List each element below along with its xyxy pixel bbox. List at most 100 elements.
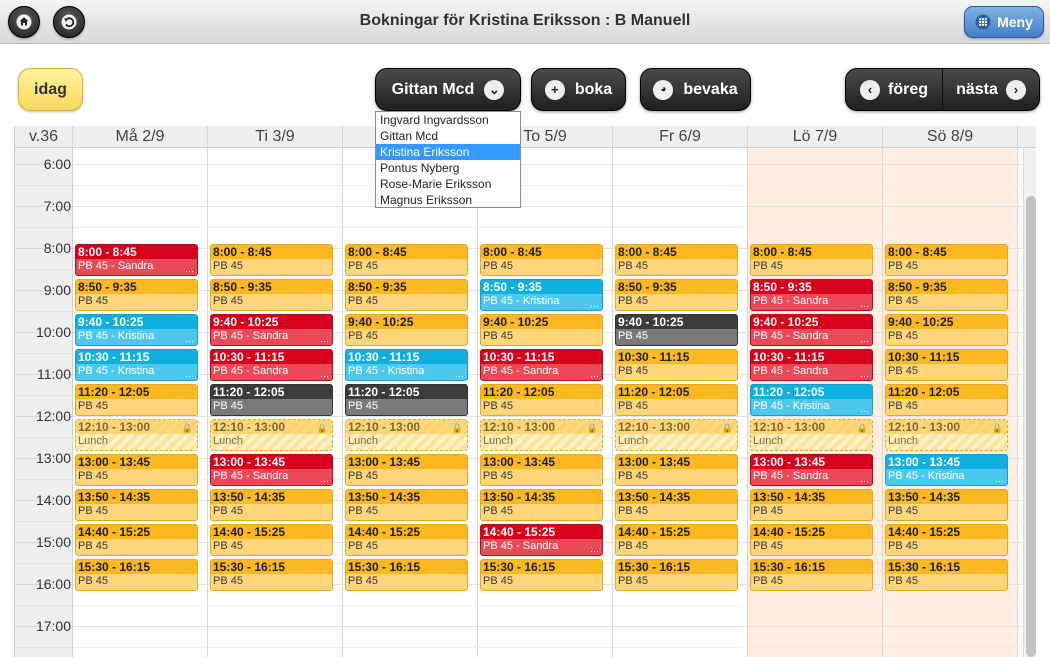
booking-event[interactable]: 11:20 - 12:05 PB 45 [210,384,333,416]
booking-event[interactable]: 13:50 - 14:35 PB 45 [885,489,1008,521]
menu-button[interactable]: Meny [964,6,1044,38]
booking-event[interactable]: 8:00 - 8:45 PB 45 [615,244,738,276]
booking-event[interactable]: 15:30 - 16:15 PB 45 [75,559,198,591]
booking-event[interactable]: 14:40 - 15:25 PB 45 [615,524,738,556]
booking-event[interactable]: 9:40 - 10:25 PB 45 [480,314,603,346]
lunch-block[interactable]: 12:10 - 13:00 🔒 Lunch [885,419,1008,451]
user-option[interactable]: Ingvard Ingvardsson [376,112,520,128]
booking-event[interactable]: 9:40 - 10:25 PB 45 - Kristina ··· [75,314,198,346]
lunch-block[interactable]: 12:10 - 13:00 🔒 Lunch [210,419,333,451]
booking-event[interactable]: 9:40 - 10:25 PB 45 [615,314,738,346]
booking-event[interactable]: 15:30 - 16:15 PB 45 [615,559,738,591]
booking-event[interactable]: 14:40 - 15:25 PB 45 [345,524,468,556]
scrollbar-thumb[interactable] [1026,196,1036,657]
booking-event[interactable]: 14:40 - 15:25 PB 45 [750,524,873,556]
day-header[interactable]: Må 2/9 [73,126,208,148]
day-header[interactable]: Ti 3/9 [208,126,343,148]
booking-event[interactable]: 9:40 - 10:25 PB 45 - Sandra ··· [210,314,333,346]
booking-event[interactable]: 13:00 - 13:45 PB 45 - Sandra ··· [750,454,873,486]
booking-event[interactable]: 14:40 - 15:25 PB 45 [75,524,198,556]
previous-week-button[interactable]: ‹ föreg [846,69,942,110]
booking-event[interactable]: 11:20 - 12:05 PB 45 - Kristina ··· [750,384,873,416]
next-week-button[interactable]: nästa › [942,69,1039,110]
user-option[interactable]: Magnus Eriksson [376,192,520,208]
booking-event[interactable]: 15:30 - 16:15 PB 45 [210,559,333,591]
booking-event[interactable]: 10:30 - 11:15 PB 45 - Sandra ··· [210,349,333,381]
booking-event[interactable]: 13:50 - 14:35 PB 45 [480,489,603,521]
booking-event[interactable]: 13:50 - 14:35 PB 45 [750,489,873,521]
today-button[interactable]: idag [18,68,83,111]
booking-event[interactable]: 14:40 - 15:25 PB 45 [885,524,1008,556]
lunch-block[interactable]: 12:10 - 13:00 🔒 Lunch [75,419,198,451]
booking-event[interactable]: 13:00 - 13:45 PB 45 - Kristina ··· [885,454,1008,486]
booking-event[interactable]: 8:50 - 9:35 PB 45 [615,279,738,311]
booking-event[interactable]: 11:20 - 12:05 PB 45 [615,384,738,416]
lunch-block[interactable]: 12:10 - 13:00 🔒 Lunch [750,419,873,451]
booking-event[interactable]: 13:00 - 13:45 PB 45 [615,454,738,486]
booking-event[interactable]: 8:50 - 9:35 PB 45 [75,279,198,311]
booking-event[interactable]: 11:20 - 12:05 PB 45 [480,384,603,416]
booking-event[interactable]: 13:50 - 14:35 PB 45 [345,489,468,521]
booking-event[interactable]: 14:40 - 15:25 PB 45 - Sandra ··· [480,524,603,556]
booking-event[interactable]: 8:00 - 8:45 PB 45 [885,244,1008,276]
booking-event[interactable]: 13:50 - 14:35 PB 45 [615,489,738,521]
event-description: PB 45 - Sandra [753,295,829,307]
booking-event[interactable]: 11:20 - 12:05 PB 45 [75,384,198,416]
booking-event[interactable]: 9:40 - 10:25 PB 45 [885,314,1008,346]
event-description: PB 45 [888,260,918,272]
booking-event[interactable]: 9:40 - 10:25 PB 45 [345,314,468,346]
booking-event[interactable]: 10:30 - 11:15 PB 45 - Sandra ··· [750,349,873,381]
more-dots-icon: ··· [185,266,194,276]
booking-event[interactable]: 14:40 - 15:25 PB 45 [210,524,333,556]
day-header[interactable]: Lö 7/9 [748,126,883,148]
user-option[interactable]: Rose-Marie Eriksson [376,176,520,192]
booking-event[interactable]: 13:50 - 14:35 PB 45 [210,489,333,521]
lunch-block[interactable]: 12:10 - 13:00 🔒 Lunch [615,419,738,451]
booking-event[interactable]: 9:40 - 10:25 PB 45 - Sandra ··· [750,314,873,346]
booking-event[interactable]: 15:30 - 16:15 PB 45 [345,559,468,591]
booking-event[interactable]: 8:00 - 8:45 PB 45 - Sandra ··· [75,244,198,276]
booking-event[interactable]: 15:30 - 16:15 PB 45 [480,559,603,591]
booking-event[interactable]: 15:30 - 16:15 PB 45 [885,559,1008,591]
booking-event[interactable]: 10:30 - 11:15 PB 45 [885,349,1008,381]
booking-event[interactable]: 8:50 - 9:35 PB 45 [885,279,1008,311]
event-description: Lunch [618,435,648,447]
booking-event[interactable]: 13:00 - 13:45 PB 45 - Sandra ··· [210,454,333,486]
event-description: PB 45 [753,540,783,552]
booking-event[interactable]: 13:00 - 13:45 PB 45 [345,454,468,486]
day-header[interactable]: Sö 8/9 [883,126,1018,148]
watch-button[interactable]: ◕ bevaka [640,68,751,111]
event-time: 8:00 - 8:45 [211,245,332,259]
day-header[interactable]: Fr 6/9 [613,126,748,148]
lunch-block[interactable]: 12:10 - 13:00 🔒 Lunch [345,419,468,451]
booking-event[interactable]: 10:30 - 11:15 PB 45 - Sandra ··· [480,349,603,381]
booking-event[interactable]: 8:00 - 8:45 PB 45 [345,244,468,276]
booking-event[interactable]: 10:30 - 11:15 PB 45 [615,349,738,381]
user-option[interactable]: Kristina Eriksson [376,144,520,160]
user-option[interactable]: Gittan Mcd [376,128,520,144]
booking-event[interactable]: 8:00 - 8:45 PB 45 [480,244,603,276]
calendar-scrollbar[interactable] [1023,148,1036,657]
booking-event[interactable]: 11:20 - 12:05 PB 45 [885,384,1008,416]
booking-event[interactable]: 10:30 - 11:15 PB 45 - Kristina ··· [345,349,468,381]
event-time: 8:00 - 8:45 [76,245,197,259]
event-description: PB 45 [348,295,378,307]
booking-event[interactable]: 8:00 - 8:45 PB 45 [210,244,333,276]
booking-event[interactable]: 8:00 - 8:45 PB 45 [750,244,873,276]
booking-event[interactable]: 8:50 - 9:35 PB 45 [210,279,333,311]
event-time: 14:40 - 15:25 [76,525,197,539]
booking-event[interactable]: 13:00 - 13:45 PB 45 [480,454,603,486]
booking-event[interactable]: 8:50 - 9:35 PB 45 - Sandra ··· [750,279,873,311]
booking-event[interactable]: 13:00 - 13:45 PB 45 [75,454,198,486]
booking-event[interactable]: 15:30 - 16:15 PB 45 [750,559,873,591]
book-button[interactable]: + boka [531,68,626,111]
user-option[interactable]: Pontus Nyberg [376,160,520,176]
booking-event[interactable]: 8:50 - 9:35 PB 45 [345,279,468,311]
booking-event[interactable]: 8:50 - 9:35 PB 45 - Kristina ··· [480,279,603,311]
booking-event[interactable]: 13:50 - 14:35 PB 45 [75,489,198,521]
lunch-block[interactable]: 12:10 - 13:00 🔒 Lunch [480,419,603,451]
user-select[interactable]: Gittan Mcd ⌄ [375,68,521,111]
event-time: 10:30 - 11:15 [211,350,332,364]
booking-event[interactable]: 11:20 - 12:05 PB 45 [345,384,468,416]
booking-event[interactable]: 10:30 - 11:15 PB 45 - Kristina ··· [75,349,198,381]
